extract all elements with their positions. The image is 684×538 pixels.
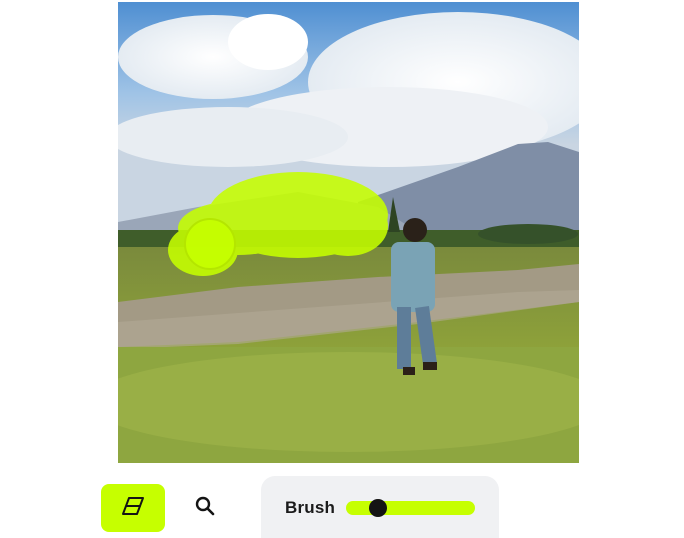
image-canvas[interactable] [118,2,579,463]
brush-size-slider[interactable] [346,501,475,515]
brush-cursor [184,218,236,270]
photo [118,2,579,463]
eraser-icon [120,496,146,521]
eraser-button[interactable] [101,484,165,532]
search-icon [195,496,215,521]
brush-size-panel: Brush [261,476,499,538]
brush-label: Brush [285,498,336,517]
zoom-button[interactable] [188,490,222,526]
